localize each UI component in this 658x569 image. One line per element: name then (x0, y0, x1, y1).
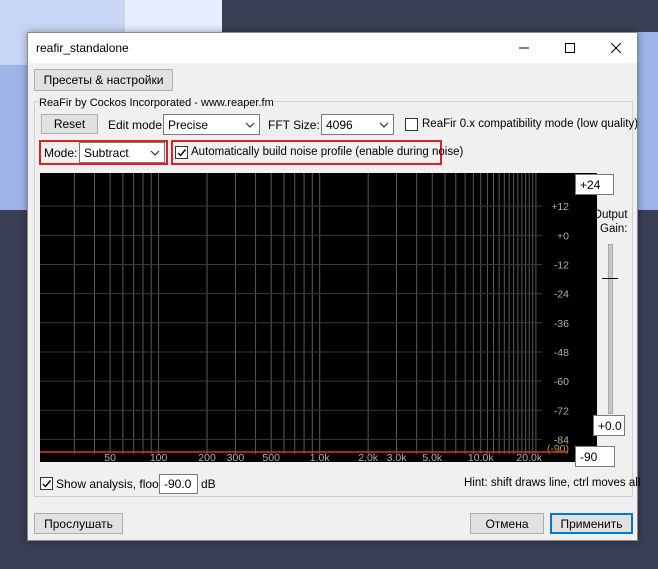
checkmark-icon (177, 149, 187, 157)
gain-slider-thumb[interactable] (602, 278, 618, 279)
gain-value-field[interactable]: +0.0 (593, 415, 625, 436)
db-tick-label: +0 (557, 230, 569, 242)
freq-tick-label: 100 (150, 452, 168, 462)
minimize-icon (519, 47, 529, 49)
minimize-button[interactable] (501, 33, 547, 63)
checkmark-icon (42, 480, 52, 488)
mode-select[interactable]: Subtract (79, 142, 165, 163)
db-tick-label: -24 (554, 289, 569, 301)
autobuild-checkbox[interactable] (175, 146, 188, 159)
maximize-icon (565, 43, 575, 53)
db-tick-label: -48 (554, 347, 569, 359)
frequency-graph[interactable]: +12 +0 -12 -24 -36 -48 -60 -72 -84 (-90) 50 100 200 3… (40, 173, 597, 464)
show-analysis-checkbox[interactable] (40, 477, 53, 490)
close-icon (611, 43, 621, 53)
show-analysis-label: Show analysis, floor: (56, 477, 167, 491)
edit-mode-label: Edit mode: (108, 118, 166, 132)
output-gain-label-2: Gain: (600, 223, 628, 235)
plugin-caption: ReaFir by Cockos Incorporated - www.reap… (39, 97, 274, 109)
presets-button[interactable]: Пресеты & настройки (34, 69, 173, 91)
fft-size-select[interactable]: 4096 (321, 114, 394, 135)
floor-label: (-90) (547, 443, 569, 455)
freq-tick-label: 1.0k (310, 452, 331, 462)
gain-min-field[interactable]: -90 (575, 446, 615, 467)
gain-slider-track[interactable] (608, 244, 613, 414)
freq-tick-label: 20.0k (516, 452, 542, 462)
analysis-floor-field[interactable]: -90.0 (159, 474, 198, 494)
freq-tick-label: 2.0k (358, 452, 379, 462)
mode-label: Mode: (44, 146, 78, 160)
apply-button[interactable]: Применить (550, 513, 633, 534)
compat-mode-label: ReaFir 0.x compatibility mode (low quali… (422, 118, 639, 130)
reset-button[interactable]: Reset (41, 114, 98, 134)
edit-mode-select[interactable]: Precise (163, 114, 260, 135)
analysis-floor-unit: dB (201, 477, 216, 491)
autobuild-label: Automatically build noise profile (enabl… (191, 146, 464, 158)
fft-size-label: FFT Size: (268, 118, 320, 132)
db-tick-label: -36 (554, 318, 569, 330)
maximize-button[interactable] (547, 33, 593, 63)
freq-tick-label: 200 (198, 452, 216, 462)
plugin-window: reafir_standalone Пресеты & настройки Re… (27, 32, 641, 541)
freq-tick-label: 50 (104, 452, 116, 462)
title-bar: reafir_standalone (28, 33, 637, 63)
hint-text: Hint: shift draws line, ctrl moves all (464, 477, 641, 489)
close-button[interactable] (593, 33, 639, 63)
db-tick-label: +12 (551, 201, 569, 213)
gain-max-field[interactable]: +24 (575, 174, 614, 195)
freq-tick-label: 5.0k (422, 452, 443, 462)
cancel-button[interactable]: Отмена (470, 513, 544, 534)
freq-tick-label: 3.0k (387, 452, 408, 462)
background-panel (222, 0, 658, 32)
compat-mode-checkbox[interactable] (405, 118, 418, 131)
freq-tick-label: 10.0k (468, 452, 494, 462)
listen-button[interactable]: Прослушать (34, 513, 123, 534)
db-tick-label: -12 (554, 259, 569, 271)
chevron-down-icon (150, 150, 160, 156)
freq-tick-label: 300 (227, 452, 245, 462)
chevron-down-icon (245, 122, 255, 128)
window-title: reafir_standalone (36, 41, 129, 55)
freq-tick-label: 500 (262, 452, 280, 462)
output-gain-label-1: Output (593, 209, 628, 221)
graph-canvas[interactable]: +12+0-12-24-36-48-60-72-84(-90)50 100 200 3… (40, 173, 597, 464)
db-tick-label: -60 (554, 376, 569, 388)
db-tick-label: -72 (554, 405, 569, 417)
background-panel (125, 0, 222, 32)
chevron-down-icon (379, 122, 389, 128)
